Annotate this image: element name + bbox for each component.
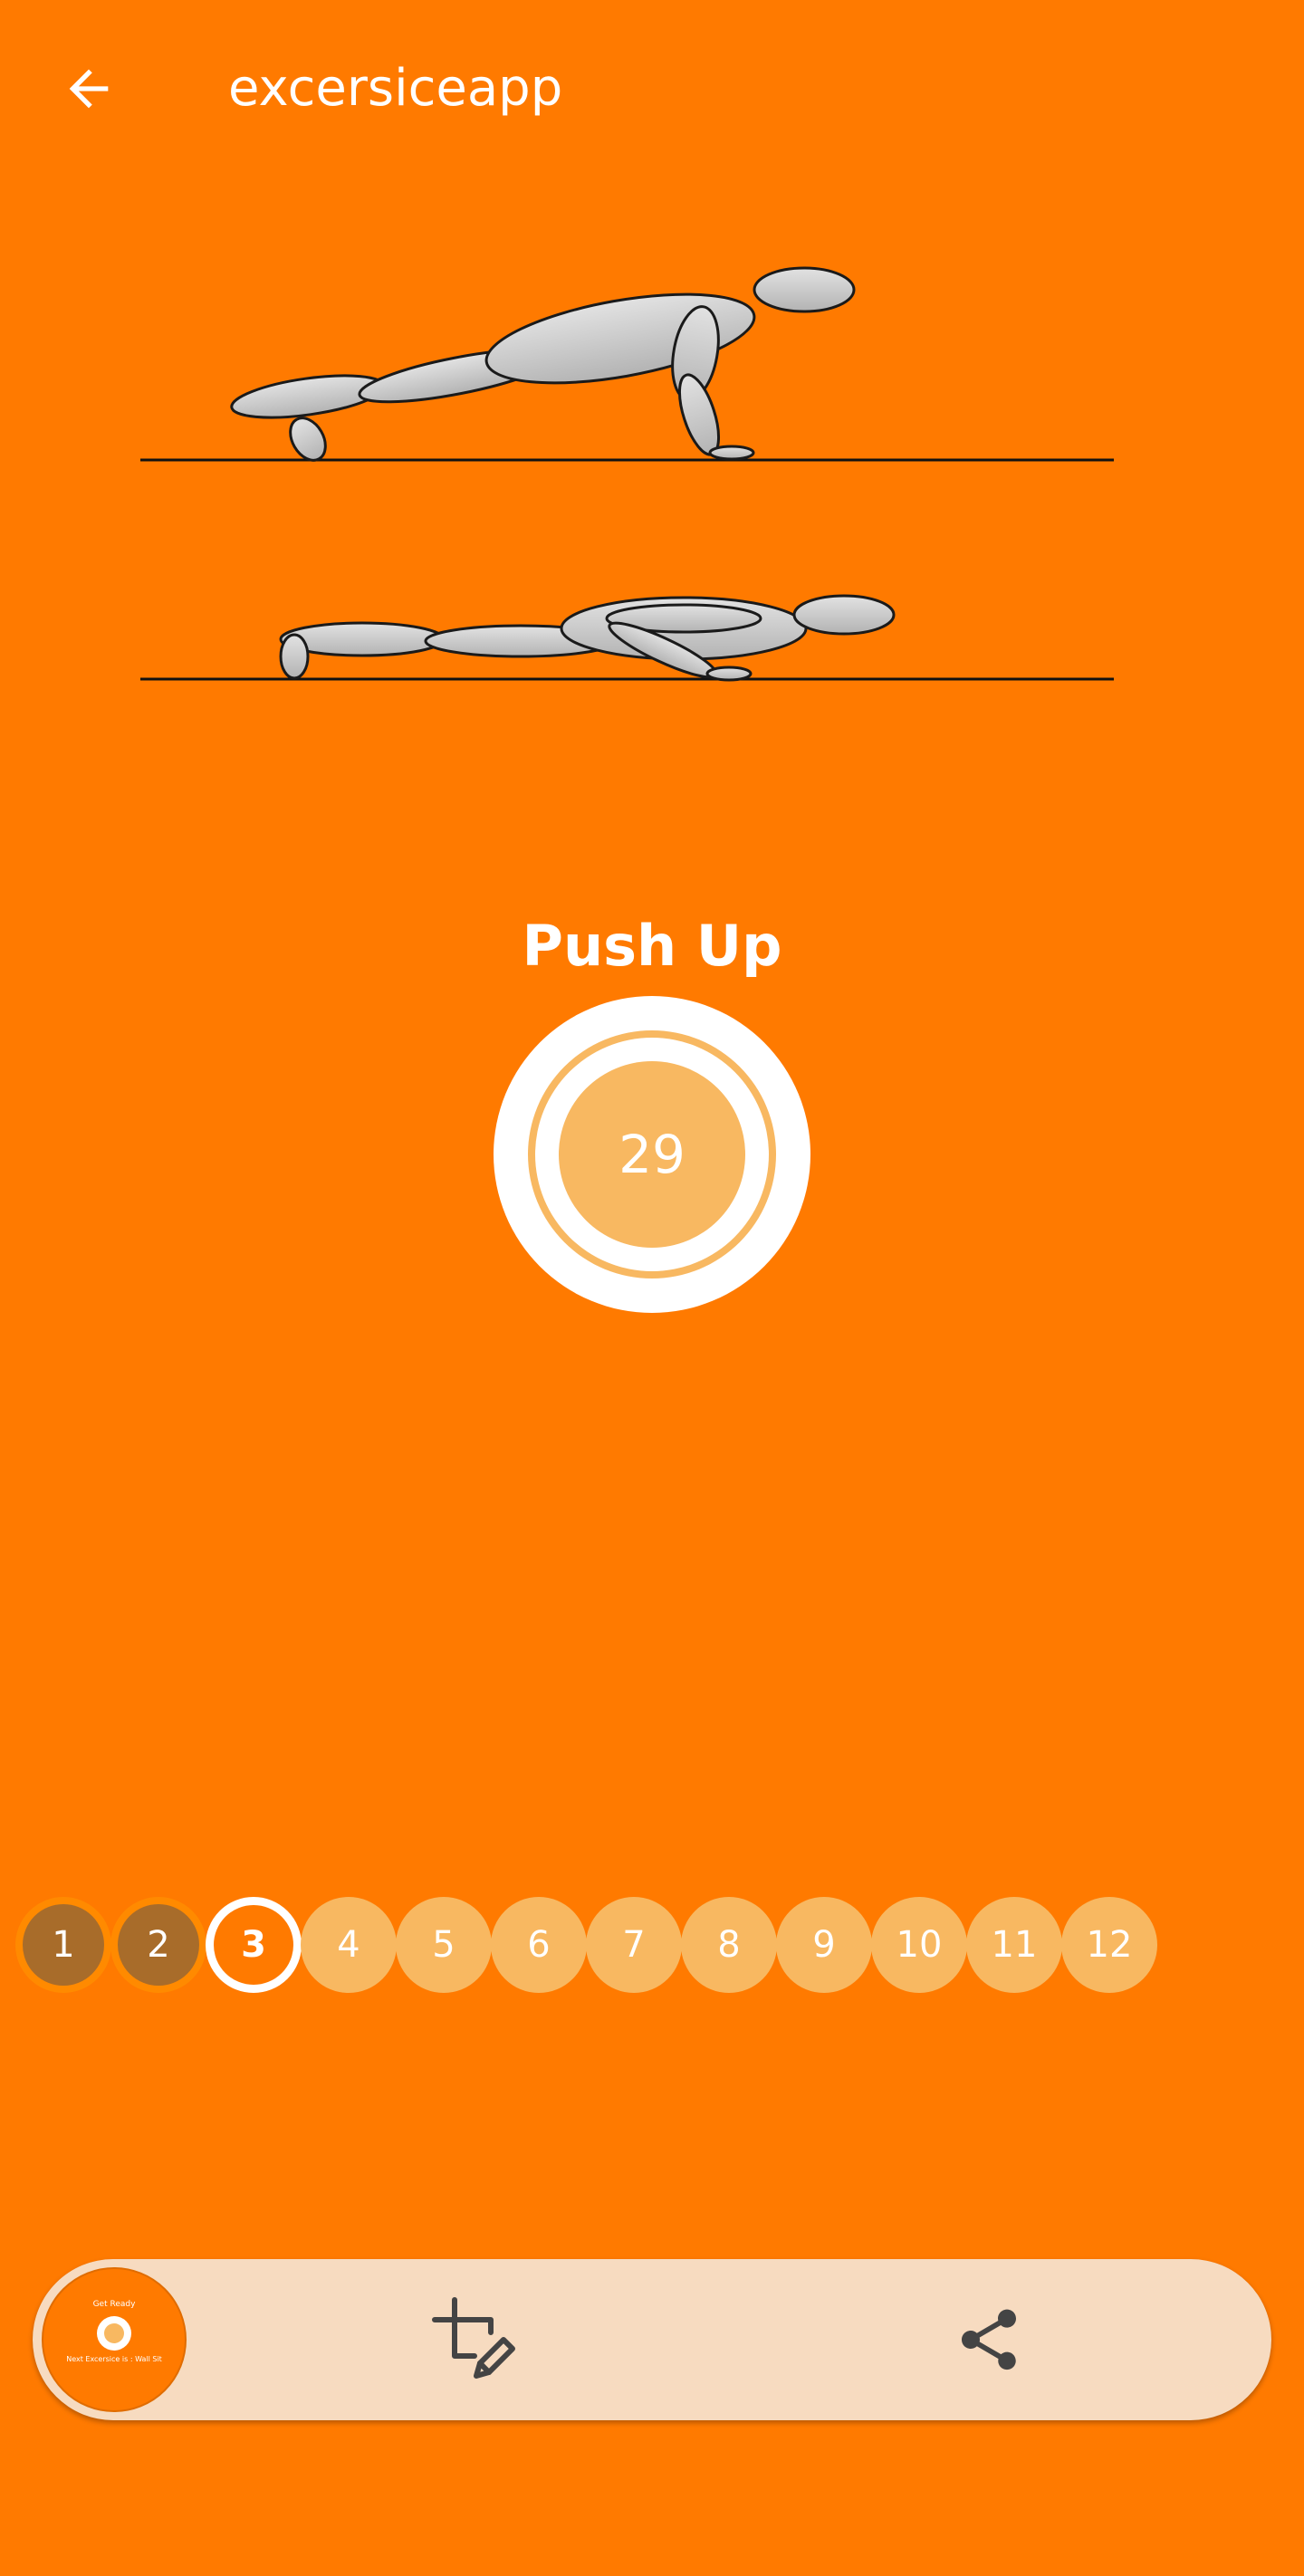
next-exercise-label: Next Excersice is : Wall Sit xyxy=(66,2355,162,2363)
step-12: 12 xyxy=(1061,1897,1157,1993)
share-button[interactable] xyxy=(945,2296,1032,2383)
push-up-high-figure xyxy=(140,266,1114,462)
app-title: excersiceapp xyxy=(228,59,563,118)
exercise-title: Push Up xyxy=(522,913,782,979)
app-bar: excersiceapp xyxy=(0,0,1304,181)
step-6: 6 xyxy=(491,1897,587,1993)
step-2: 2 xyxy=(110,1897,206,1993)
step-9: 9 xyxy=(776,1897,872,1993)
step-7: 7 xyxy=(586,1897,682,1993)
bottom-action-bar: Get Ready Next Excersice is : Wall Sit xyxy=(33,2259,1271,2420)
arrow-back-icon xyxy=(69,69,109,109)
countdown-timer: 29 xyxy=(494,996,810,1313)
step-11: 11 xyxy=(966,1897,1062,1993)
step-8: 8 xyxy=(681,1897,777,1993)
get-ready-label: Get Ready xyxy=(92,2300,136,2309)
edit-button[interactable] xyxy=(431,2296,518,2383)
step-5: 5 xyxy=(396,1897,492,1993)
exercise-progress: 1 2 3 4 5 6 7 8 9 10 11 12 xyxy=(15,1897,1301,1993)
crop-edit-icon xyxy=(432,2297,515,2379)
next-exercise-button[interactable]: Get Ready Next Excersice is : Wall Sit xyxy=(42,2267,187,2412)
step-10: 10 xyxy=(871,1897,967,1993)
step-1: 1 xyxy=(15,1897,111,1993)
step-3: 3 xyxy=(206,1897,302,1993)
countdown-value: 29 xyxy=(559,1061,745,1248)
push-up-low-figure xyxy=(140,594,1114,682)
mini-timer-icon xyxy=(97,2316,131,2351)
push-up-illustration xyxy=(140,266,1114,682)
back-button[interactable] xyxy=(53,53,125,125)
step-4: 4 xyxy=(301,1897,397,1993)
share-icon xyxy=(962,2309,1016,2370)
